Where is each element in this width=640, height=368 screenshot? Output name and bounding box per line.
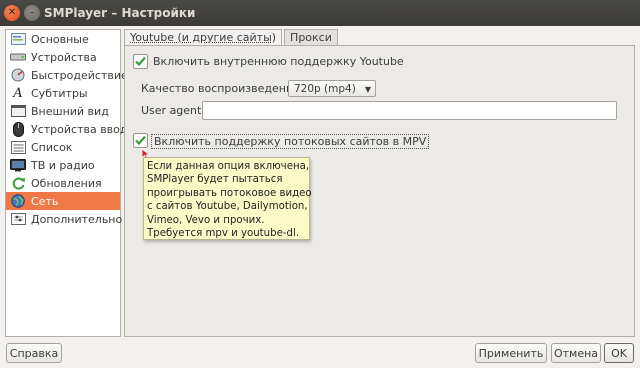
dropdown-arrow-icon: ▼ (364, 85, 371, 94)
mpv-streaming-label[interactable]: Включить поддержку потоковых сайтов в MP… (151, 134, 430, 149)
sidebar-item-label: Быстродействие (31, 68, 128, 82)
help-button[interactable]: Справка (6, 343, 62, 363)
tab-youtube[interactable]: Youtube (и другие сайты) (124, 29, 283, 45)
user-agent-input[interactable] (202, 101, 617, 120)
close-window-button[interactable]: ✕ (4, 5, 20, 21)
quality-select[interactable]: 720p (mp4) ▼ (288, 80, 376, 97)
tooltip-line: Требуется mpv и youtube-dl. (147, 228, 300, 240)
tooltip-line: с сайтов Youtube, Dailymotion, (147, 201, 308, 213)
sidebar-item-input-devices[interactable]: Устройства ввода (6, 120, 134, 138)
enable-youtube-checkbox[interactable] (133, 54, 148, 69)
sidebar-item-updates[interactable]: Обновления (6, 174, 120, 192)
tooltip-line: SMPlayer будет пытаться (147, 174, 283, 186)
sidebar-item-label: Внешний вид (31, 104, 109, 118)
tooltip-line: Если данная опция включена, (147, 161, 310, 172)
sidebar-item-label: Устройства ввода (31, 122, 135, 136)
preferences-dialog: ✕ – SMPlayer – Настройки Основные Устрой… (0, 0, 640, 368)
window-title: SMPlayer – Настройки (44, 6, 196, 20)
sidebar-item-label: Сеть (31, 194, 59, 208)
tab-label: Youtube (и другие сайты) (130, 31, 277, 44)
sidebar-item-label: Дополнительно (31, 212, 123, 226)
user-agent-label: User agent (141, 104, 202, 117)
sidebar-item-performance[interactable]: Быстродействие (6, 66, 128, 84)
enable-youtube-label[interactable]: Включить внутреннюю поддержку Youtube (153, 55, 404, 68)
apply-button[interactable]: Применить (475, 343, 547, 363)
sidebar-item-appearance[interactable]: Внешний вид (6, 102, 120, 120)
sidebar-item-label: Основные (31, 32, 89, 46)
sidebar-item-network[interactable]: Сеть (6, 192, 120, 210)
sidebar-item-devices[interactable]: Устройства (6, 48, 120, 66)
tab-label: Прокси (290, 31, 332, 44)
quality-label: Качество воспроизведения (141, 82, 300, 95)
ok-button[interactable]: OK (604, 343, 634, 363)
updates-icon (10, 176, 26, 190)
tab-proxy[interactable]: Прокси (284, 29, 338, 45)
apply-button-label: Применить (478, 346, 544, 360)
appearance-icon (10, 104, 26, 118)
general-icon (10, 32, 26, 46)
mpv-option-tooltip: Если данная опция включена, SMPlayer буд… (143, 157, 312, 240)
input-devices-icon (10, 121, 26, 137)
tooltip-line: Vimeo, Vevo и прочих. (147, 214, 265, 226)
settings-sidebar: Основные Устройства Быстродействие A Суб… (5, 29, 134, 337)
help-button-label: Справка (9, 346, 59, 360)
close-icon: ✕ (7, 7, 17, 18)
subtitles-icon: A (13, 85, 23, 101)
cancel-button-label: Отмена (553, 346, 599, 360)
sidebar-item-advanced[interactable]: Дополнительно (6, 210, 123, 228)
network-icon (10, 194, 26, 208)
sidebar-item-playlist[interactable]: Список (6, 138, 120, 156)
cancel-button[interactable]: Отмена (551, 343, 601, 363)
minimize-icon: – (29, 7, 35, 18)
checkmark-icon (135, 56, 146, 67)
sidebar-item-label: Список (31, 140, 73, 154)
playlist-icon (10, 140, 26, 154)
checkmark-icon (135, 135, 146, 146)
sidebar-item-label: ТВ и радио (31, 158, 95, 172)
devices-icon (10, 50, 26, 64)
sidebar-item-tv-radio[interactable]: ТВ и радио (6, 156, 120, 174)
sidebar-item-subtitles[interactable]: A Субтитры (6, 84, 120, 102)
mpv-streaming-checkbox[interactable] (133, 133, 148, 148)
tooltip-line: проигрывать потоковое видео (147, 187, 312, 199)
sidebar-item-label: Обновления (31, 176, 102, 190)
quality-value: 720p (mp4) (294, 82, 356, 95)
tv-radio-icon (10, 158, 26, 172)
advanced-icon (10, 212, 26, 226)
performance-icon (10, 68, 26, 82)
tab-bar: Youtube (и другие сайты) Прокси (124, 29, 340, 45)
title-bar[interactable]: ✕ – SMPlayer – Настройки (0, 0, 640, 26)
sidebar-item-label: Субтитры (31, 86, 88, 100)
sidebar-item-general[interactable]: Основные (6, 30, 120, 48)
minimize-window-button[interactable]: – (24, 5, 40, 21)
ok-button-label: OK (611, 346, 627, 360)
sidebar-item-label: Устройства (31, 50, 97, 64)
